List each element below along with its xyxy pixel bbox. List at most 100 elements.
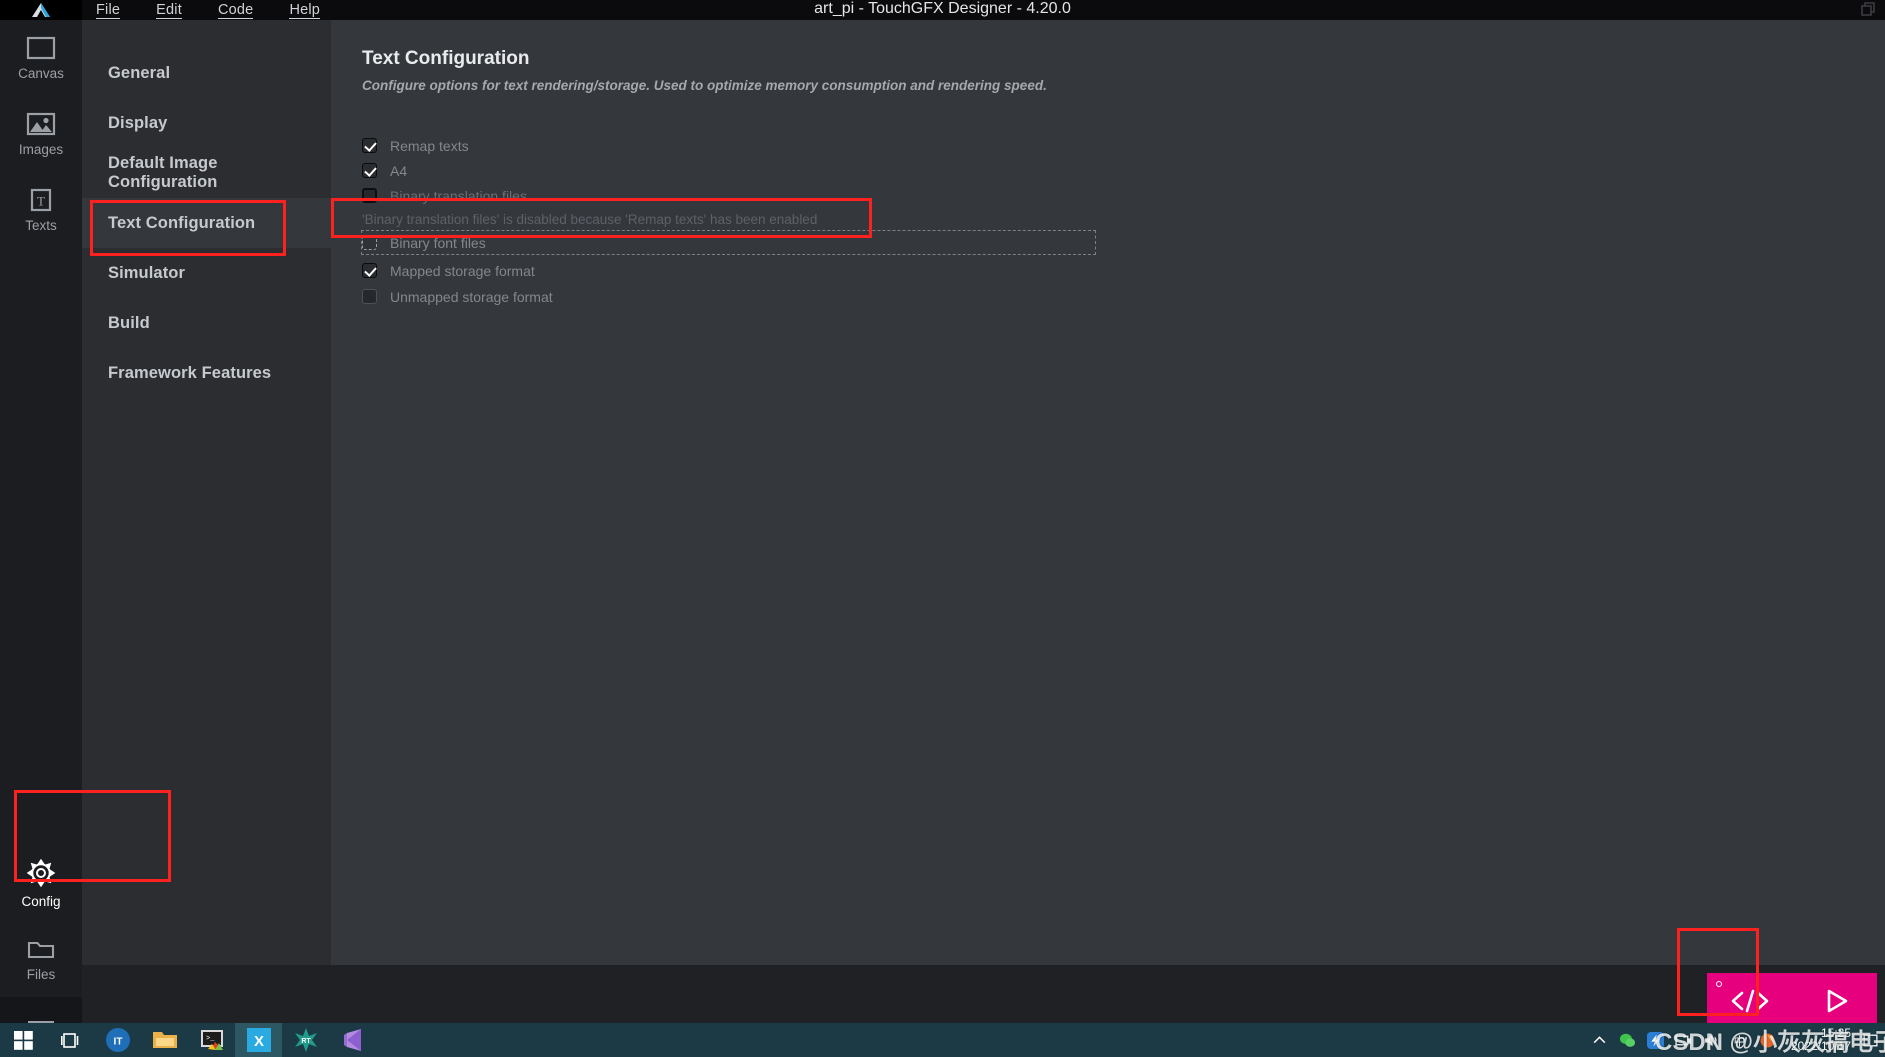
settings-nav-item-simulator[interactable]: Simulator — [82, 248, 331, 298]
xshell-app-button[interactable]: X — [235, 1023, 282, 1057]
menu-edit-label: Edit — [156, 2, 182, 19]
rail-item-config-label: Config — [21, 893, 61, 909]
rail-item-config[interactable]: Config — [0, 845, 82, 921]
file-explorer-button[interactable] — [141, 1023, 188, 1057]
page-subtitle: Configure options for text rendering/sto… — [362, 78, 1047, 93]
images-icon — [26, 112, 56, 135]
svg-text:T: T — [37, 193, 45, 208]
terminal-app-button[interactable]: >_ — [188, 1023, 235, 1057]
settings-nav-label: Default Image Configuration — [108, 154, 218, 191]
folder-icon — [27, 941, 55, 958]
thunder-icon[interactable] — [1646, 1031, 1664, 1049]
rail-item-texts[interactable]: T Texts — [0, 172, 82, 248]
ime-icon[interactable]: 中 — [1731, 1032, 1748, 1049]
checkbox-a4[interactable] — [362, 163, 377, 178]
option-label: Remap texts — [390, 137, 469, 154]
settings-nav-label: Build — [108, 313, 150, 332]
option-mapped-storage-format[interactable]: Mapped storage format — [362, 258, 1562, 283]
modified-indicator-icon — [1716, 981, 1722, 987]
windows-taskbar: IT >_ X RT 中 15:25 2022/10/17 — [0, 1023, 1885, 1057]
rail-item-canvas[interactable]: Canvas — [0, 20, 82, 96]
menu-file[interactable]: File — [94, 0, 122, 20]
page-title: Text Configuration — [362, 48, 530, 69]
windows-start-icon — [14, 1030, 33, 1050]
wechat-icon[interactable] — [1619, 1032, 1636, 1049]
option-label: Unmapped storage format — [390, 288, 553, 305]
windows-start-button[interactable] — [0, 1023, 47, 1057]
svg-text:IT: IT — [113, 1037, 122, 1048]
svg-text:X: X — [253, 1033, 263, 1050]
menu-code[interactable]: Code — [216, 0, 255, 20]
it-app-button[interactable]: IT — [94, 1023, 141, 1057]
generate-code-button[interactable] — [1707, 973, 1792, 1029]
option-unmapped-storage-format[interactable]: Unmapped storage format — [362, 284, 1562, 309]
app-logo — [0, 0, 82, 20]
option-a4[interactable]: A4 — [362, 158, 1562, 183]
settings-nav-label: Display — [108, 113, 168, 132]
option-label: Binary font files — [390, 234, 486, 251]
option-label: A4 — [390, 162, 408, 179]
rt-thread-app-icon: RT — [294, 1028, 317, 1052]
option-label: Binary translation files — [390, 187, 527, 204]
rail-item-images[interactable]: Images — [0, 96, 82, 172]
svg-text:中: 中 — [1734, 1035, 1746, 1048]
system-tray: 中 15:25 2022/10/17 — [1591, 1023, 1879, 1057]
touchgfx-designer-window: File Edit Code Help art_pi - TouchGFX De… — [0, 0, 1885, 1057]
rail-item-files[interactable]: Files — [0, 921, 82, 997]
settings-nav-label: Simulator — [108, 263, 185, 282]
terminal-app-icon: >_ — [200, 1030, 223, 1050]
settings-nav-panel: General Display Default Image Configurat… — [82, 20, 331, 965]
taskbar-clock[interactable]: 15:25 2022/10/17 — [1791, 1027, 1851, 1053]
svg-text:RT: RT — [301, 1038, 311, 1045]
settings-nav-item-general[interactable]: General — [82, 48, 331, 98]
task-view-icon — [60, 1032, 78, 1048]
title-bar: File Edit Code Help art_pi - TouchGFX De… — [0, 0, 1885, 20]
run-simulator-button[interactable] — [1792, 973, 1877, 1029]
firefox-icon[interactable] — [1759, 1032, 1776, 1049]
settings-nav-item-framework-features[interactable]: Framework Features — [82, 348, 331, 398]
settings-nav-item-text-configuration[interactable]: Text Configuration — [82, 198, 331, 248]
settings-nav-label: General — [108, 63, 171, 82]
checkbox-binary-font-files[interactable] — [362, 235, 377, 250]
play-triangle-icon — [1827, 989, 1847, 1013]
rail-item-texts-label: Texts — [25, 217, 57, 233]
file-explorer-icon — [152, 1032, 177, 1048]
disabled-reason-note: 'Binary translation files' is disabled b… — [362, 212, 818, 227]
code-brackets-icon — [1731, 989, 1768, 1013]
show-hidden-icons-icon[interactable] — [1591, 1032, 1608, 1049]
menu-edit[interactable]: Edit — [154, 0, 184, 20]
volume-icon[interactable] — [1703, 1032, 1720, 1049]
settings-nav-label: Framework Features — [108, 363, 272, 382]
settings-nav-item-default-image-configuration[interactable]: Default Image Configuration — [82, 148, 331, 198]
svg-text:>_: >_ — [206, 1035, 215, 1043]
option-binary-font-files[interactable]: Binary font files — [361, 230, 1096, 255]
checkbox-mapped-storage-format[interactable] — [362, 263, 377, 278]
xshell-app-icon: X — [246, 1028, 271, 1052]
notifications-icon[interactable] — [1862, 1032, 1879, 1049]
checkbox-remap-texts[interactable] — [362, 138, 377, 153]
rt-thread-app-button[interactable]: RT — [282, 1023, 329, 1057]
rail-item-images-label: Images — [18, 141, 64, 157]
restore-window-icon[interactable] — [1861, 2, 1877, 18]
rail-item-files-label: Files — [26, 966, 56, 982]
clock-date: 2022/10/17 — [1790, 1039, 1851, 1053]
it-app-icon: IT — [105, 1028, 130, 1052]
touchgfx-logo-icon — [32, 3, 50, 17]
option-binary-translation-files: Binary translation files — [362, 183, 1562, 208]
network-icon[interactable] — [1675, 1032, 1692, 1049]
menu-code-label: Code — [217, 2, 254, 19]
text-configuration-panel: Text Configuration Configure options for… — [331, 20, 1885, 965]
window-controls — [1861, 0, 1877, 20]
settings-nav-item-display[interactable]: Display — [82, 98, 331, 148]
rail-item-canvas-label: Canvas — [18, 65, 64, 81]
menu-help[interactable]: Help — [287, 0, 322, 20]
gear-icon — [26, 858, 56, 888]
menu-help-label: Help — [289, 2, 321, 19]
option-remap-texts[interactable]: Remap texts — [362, 133, 1562, 158]
visual-studio-button[interactable] — [329, 1023, 376, 1057]
checkbox-unmapped-storage-format[interactable] — [362, 289, 377, 304]
settings-nav-item-build[interactable]: Build — [82, 298, 331, 348]
task-view-button[interactable] — [47, 1023, 94, 1057]
taskbar-icons: IT >_ X RT — [0, 1023, 376, 1057]
action-buttons-group — [1707, 973, 1877, 1029]
